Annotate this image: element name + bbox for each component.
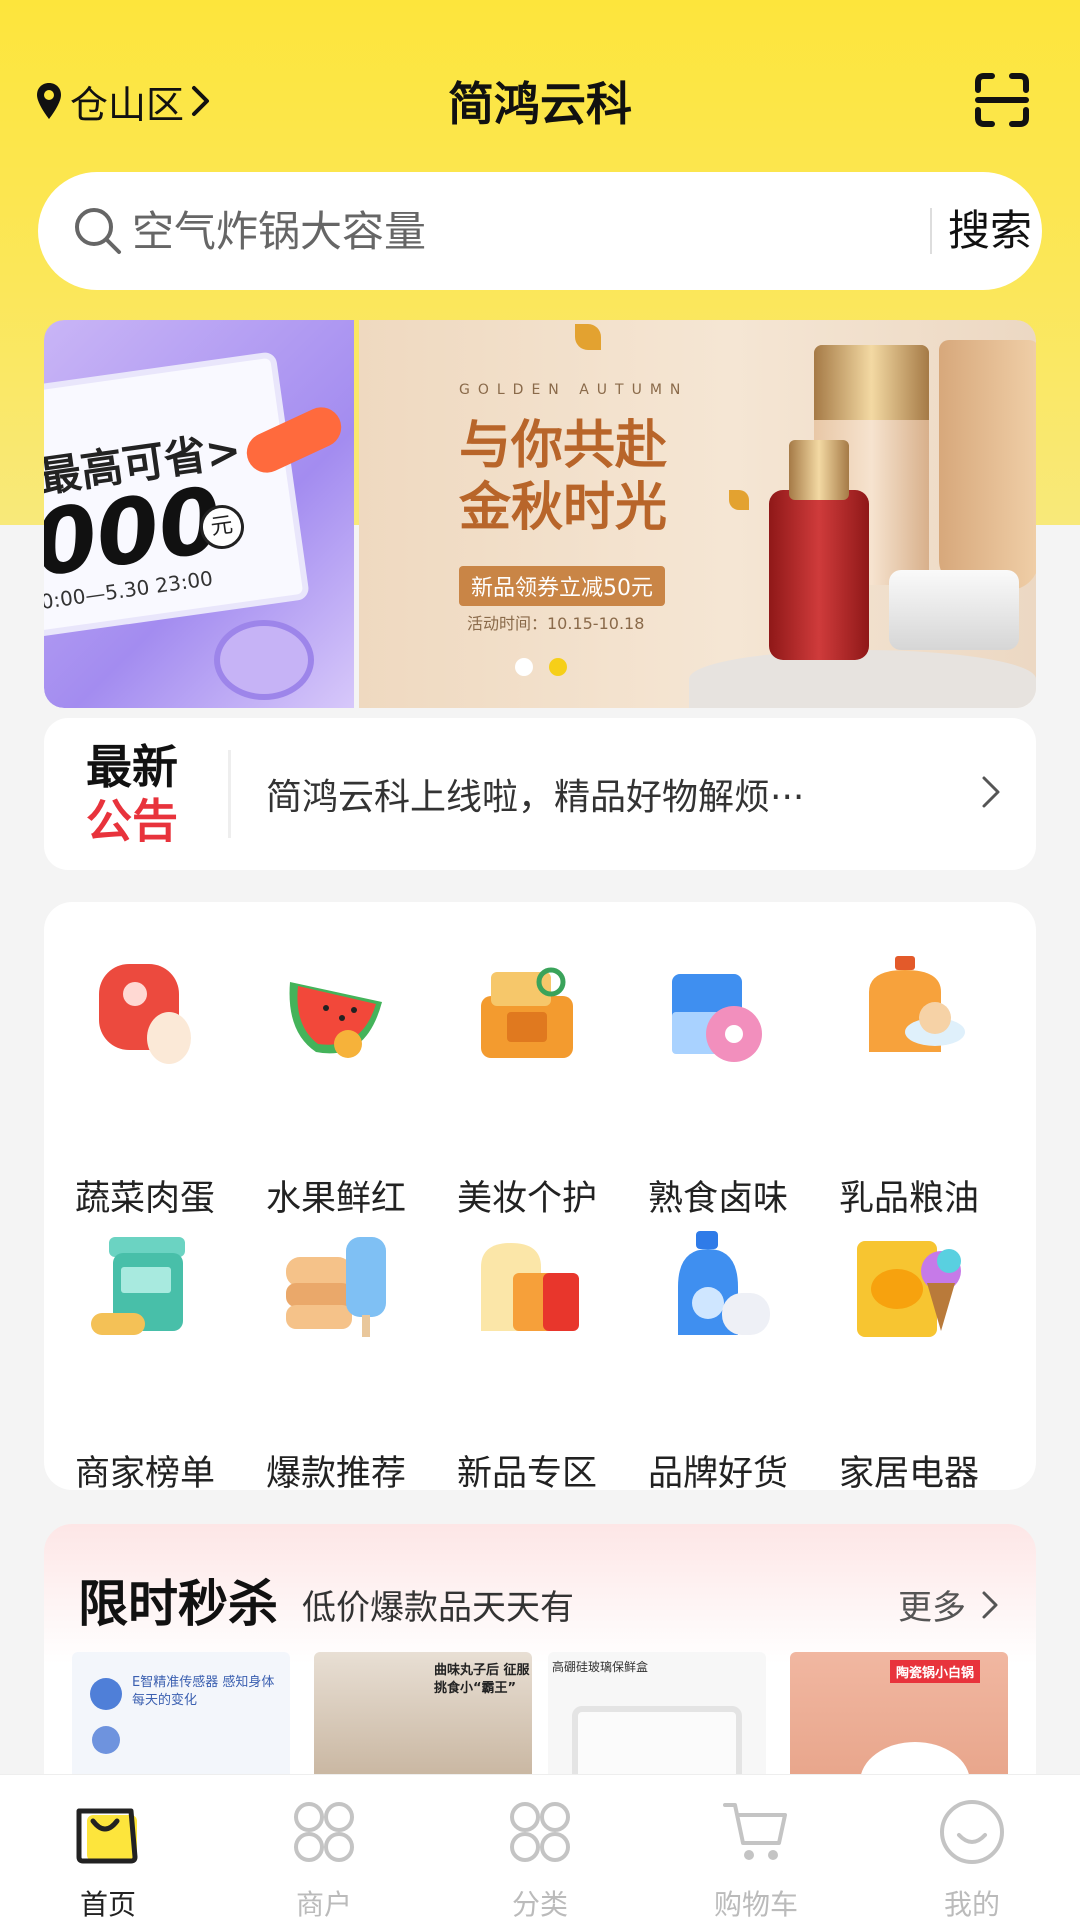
category-label: 美妆个护 bbox=[456, 1179, 597, 1219]
banner-coupon-badge: 新品领券立减50元 bbox=[459, 566, 665, 606]
category-item[interactable]: 熟食卤味 bbox=[623, 952, 813, 1219]
category-label: 熟食卤味 bbox=[647, 1179, 788, 1219]
product-caption: 高硼硅玻璃保鲜盒 bbox=[552, 1660, 649, 1674]
category-item[interactable]: 乳品粮油 bbox=[814, 952, 1004, 1219]
cosmetics-basket-icon bbox=[481, 967, 573, 1058]
tab-merchant[interactable]: 商户 bbox=[216, 1775, 432, 1920]
jar-capsule-icon bbox=[91, 1237, 185, 1335]
chips-icecream-icon bbox=[857, 1241, 961, 1337]
category-label: 蔬菜肉蛋 bbox=[74, 1179, 215, 1219]
promo-banner-carousel[interactable]: 最高可省> 000 元 0:00—5.30 23:00 GOLDEN AUTUM… bbox=[44, 320, 1036, 708]
announcement-message: 简鸿云科上线啦，精品好物解烦··· bbox=[266, 777, 805, 818]
category-item[interactable]: 美妆个护 bbox=[432, 952, 622, 1219]
announcement-bar[interactable]: 最新 公告 简鸿云科上线啦，精品好物解烦··· bbox=[44, 718, 1036, 870]
search-button[interactable]: 搜索 bbox=[948, 200, 1048, 262]
tab-label: 首页 bbox=[79, 1888, 136, 1920]
search-input[interactable] bbox=[132, 198, 912, 264]
category-item[interactable]: 家居电器 bbox=[814, 1227, 1004, 1494]
category-label: 乳品粮油 bbox=[838, 1179, 979, 1219]
product-stage-graphic bbox=[689, 650, 1036, 708]
category-item[interactable]: 爆款推荐 bbox=[241, 1227, 431, 1494]
merchant-grid-icon bbox=[294, 1802, 354, 1862]
tab-category[interactable]: 分类 bbox=[432, 1775, 648, 1920]
more-label: 更多 bbox=[898, 1588, 966, 1628]
scan-icon[interactable] bbox=[974, 72, 1030, 128]
milk-donut-icon bbox=[672, 974, 762, 1062]
banner-ball-graphic bbox=[214, 620, 314, 700]
tab-label: 购物车 bbox=[713, 1888, 798, 1920]
category-grid: 蔬菜肉蛋 水果鲜红 美妆个护 熟食卤味 乳品粮油 商家榜单 爆款推荐 新品专区 … bbox=[44, 902, 1036, 1494]
home-bag-icon bbox=[76, 1808, 138, 1864]
announcement-label-bottom: 公告 bbox=[86, 794, 178, 848]
category-label: 新品专区 bbox=[456, 1454, 597, 1494]
category-item[interactable]: 蔬菜肉蛋 bbox=[50, 952, 240, 1219]
category-label: 爆款推荐 bbox=[265, 1454, 406, 1494]
category-item[interactable]: 品牌好货 bbox=[623, 1227, 813, 1494]
app-title: 简鸿云科 bbox=[448, 77, 632, 131]
product-caption: E智精准传感器 感知身体每天的变化 bbox=[132, 1675, 275, 1708]
toast-drink-icon bbox=[481, 1243, 579, 1331]
announcement-label-top: 最新 bbox=[86, 740, 178, 794]
tab-label: 我的 bbox=[943, 1888, 1000, 1920]
search-icon bbox=[75, 208, 121, 254]
tab-home[interactable]: 首页 bbox=[0, 1775, 216, 1920]
banner-slide-main[interactable]: GOLDEN AUTUMN 与你共赴 金秋时光 新品领券立减50元 活动时间：1… bbox=[359, 320, 1036, 708]
smile-face-icon bbox=[940, 1800, 1004, 1864]
banner-eyebrow: GOLDEN AUTUMN bbox=[459, 382, 689, 398]
flash-sale-title: 限时秒杀 bbox=[78, 1575, 278, 1633]
banner-headline-text: 与你共赴 金秋时光 bbox=[459, 415, 668, 538]
product-caption: 陶瓷锅小白锅 bbox=[890, 1660, 981, 1683]
flash-sale-more-link[interactable]: 更多 bbox=[898, 1580, 1000, 1629]
cream-jar-graphic bbox=[889, 570, 1019, 650]
category-label: 水果鲜红 bbox=[265, 1179, 406, 1219]
leaf-graphic bbox=[575, 324, 601, 350]
carousel-dot-active[interactable] bbox=[549, 658, 567, 676]
tab-cart[interactable]: 购物车 bbox=[648, 1775, 864, 1920]
carousel-dot[interactable] bbox=[515, 658, 533, 676]
carousel-indicators bbox=[515, 658, 567, 676]
category-grid-icon bbox=[510, 1802, 570, 1862]
banner-time: 活动时间：10.15-10.18 bbox=[467, 614, 645, 633]
cart-icon bbox=[723, 1803, 787, 1860]
leaf-graphic bbox=[729, 490, 749, 510]
search-bar: 搜索 bbox=[38, 172, 1042, 290]
oil-bowl-icon bbox=[869, 956, 965, 1052]
category-label: 品牌好货 bbox=[647, 1454, 788, 1494]
category-item[interactable]: 商家榜单 bbox=[50, 1227, 240, 1494]
bottom-tab-bar: 首页 商户 分类 购物车 我的 bbox=[0, 1774, 1080, 1920]
category-item[interactable]: 新品专区 bbox=[432, 1227, 622, 1494]
category-item[interactable]: 水果鲜红 bbox=[241, 952, 431, 1219]
bread-icepop-icon bbox=[286, 1237, 386, 1337]
banner-headline: 与你共赴 金秋时光 bbox=[459, 415, 667, 539]
tab-label: 商户 bbox=[295, 1888, 352, 1920]
search-divider bbox=[930, 208, 932, 254]
tab-profile[interactable]: 我的 bbox=[864, 1775, 1080, 1920]
tab-label: 分类 bbox=[511, 1888, 568, 1920]
announcement-divider bbox=[228, 750, 231, 838]
flash-sale-subtitle: 低价爆款品天天有 bbox=[302, 1588, 574, 1628]
detergent-roll-icon bbox=[678, 1231, 770, 1335]
product-caption: 曲味丸子后 征服挑食小“霸王” bbox=[434, 1663, 530, 1696]
top-header: 仓山区 简鸿云科 bbox=[0, 60, 1080, 140]
category-label: 家居电器 bbox=[838, 1454, 979, 1494]
cream-tube-graphic bbox=[939, 340, 1036, 590]
chevron-right-icon bbox=[982, 1591, 998, 1618]
meat-egg-icon bbox=[99, 964, 191, 1064]
watermelon-icon bbox=[289, 982, 382, 1058]
nail-polish-graphic bbox=[769, 440, 869, 660]
category-label: 商家榜单 bbox=[74, 1454, 215, 1494]
chevron-right-icon bbox=[982, 776, 1000, 808]
banner-slide-left[interactable]: 最高可省> 000 元 0:00—5.30 23:00 bbox=[44, 320, 354, 708]
